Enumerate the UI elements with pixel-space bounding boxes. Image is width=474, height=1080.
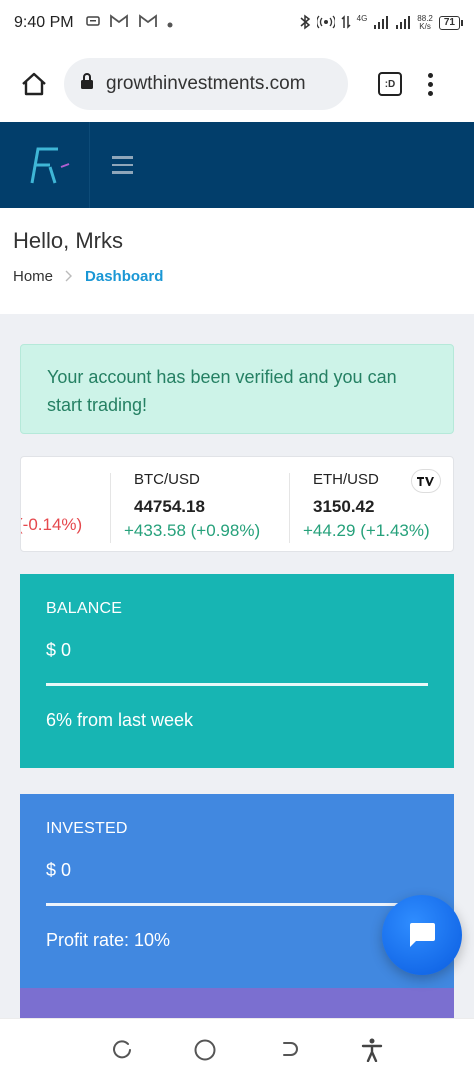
ticker-item-btc[interactable]: BTC/USD 44754.18 +433.58 (+0.98%): [124, 471, 260, 541]
balance-footer: 6% from last week: [46, 710, 194, 730]
chat-icon: [410, 923, 435, 947]
recents-icon[interactable]: [102, 1030, 142, 1070]
invested-progress-bar: [46, 903, 428, 906]
ticker-divider: [110, 473, 111, 543]
notification-icons: [85, 14, 173, 32]
site-header: [0, 122, 474, 208]
gmail-icon: [109, 14, 129, 32]
chevron-right-icon: [65, 269, 73, 285]
more-vert-icon[interactable]: [428, 72, 433, 96]
page-title: Hello, Mrks: [13, 228, 124, 253]
balance-label: BALANCE: [46, 600, 123, 617]
ticker-change: +433.58 (+0.98%): [124, 521, 261, 540]
status-time: 9:40 PM: [14, 14, 74, 31]
network-type: 4G: [356, 13, 368, 23]
invested-card: INVESTED $ 0 Profit rate: 10%: [20, 794, 454, 988]
page-title-area: Hello, Mrks Home Dashboard: [0, 208, 474, 314]
ticker-price: 44754.18: [134, 497, 205, 516]
ticker-partial-change: (-0.14%): [20, 515, 83, 534]
tradingview-logo-icon[interactable]: [411, 469, 441, 493]
chat-button[interactable]: [382, 895, 462, 975]
breadcrumb-home[interactable]: Home: [13, 268, 53, 285]
accessibility-icon[interactable]: [352, 1030, 392, 1070]
status-right: 4G 88.2 K/s 71: [299, 13, 464, 33]
battery-indicator: 71: [438, 16, 464, 30]
gmail-icon: [138, 14, 158, 32]
ticker-divider: [289, 473, 290, 543]
browser-home-button[interactable]: [14, 64, 54, 104]
bluetooth-icon: [299, 14, 311, 33]
network-speed: 88.2 K/s: [417, 15, 433, 31]
hamburger-icon[interactable]: [112, 122, 133, 208]
message-icon: [85, 15, 100, 32]
ticker-change: +44.29 (+1.43%): [303, 521, 430, 540]
tabs-button[interactable]: :D: [378, 72, 402, 96]
hotspot-icon: [315, 15, 336, 32]
logo-icon: [30, 147, 69, 184]
invested-footer: Profit rate: 10%: [46, 930, 171, 950]
data-transfer-icon: [341, 14, 351, 32]
balance-value: $ 0: [46, 640, 72, 660]
browser-toolbar: growthinvestments.com :D: [0, 46, 474, 122]
balance-card: BALANCE $ 0 6% from last week: [20, 574, 454, 768]
home-icon: [22, 72, 46, 96]
ticker-symbol: BTC/USD: [134, 471, 200, 488]
ticker-price: 3150.42: [313, 497, 375, 516]
home-circle-icon[interactable]: [185, 1030, 225, 1070]
back-icon[interactable]: [269, 1030, 309, 1070]
invested-label: INVESTED: [46, 820, 128, 837]
site-logo[interactable]: [0, 122, 90, 208]
url-text: growthinvestments.com: [106, 73, 306, 94]
speed-unit: K/s: [419, 22, 431, 31]
lock-icon: [80, 72, 94, 96]
price-ticker[interactable]: (-0.14%) BTC/USD 44754.18 +433.58 (+0.98…: [20, 456, 454, 552]
signal-icon: [395, 15, 411, 32]
dot-icon: [167, 15, 173, 32]
breadcrumb: Home Dashboard: [13, 268, 461, 285]
system-nav-bar: [0, 1018, 474, 1080]
signal-icon: [373, 15, 389, 32]
verification-alert: Your account has been verified and you c…: [20, 344, 454, 434]
status-bar: 9:40 PM 4G 88.2 K/s 71: [0, 0, 474, 46]
breadcrumb-current[interactable]: Dashboard: [85, 268, 163, 285]
address-bar[interactable]: growthinvestments.com: [64, 58, 348, 110]
balance-progress-bar: [46, 683, 428, 686]
invested-value: $ 0: [46, 860, 72, 880]
